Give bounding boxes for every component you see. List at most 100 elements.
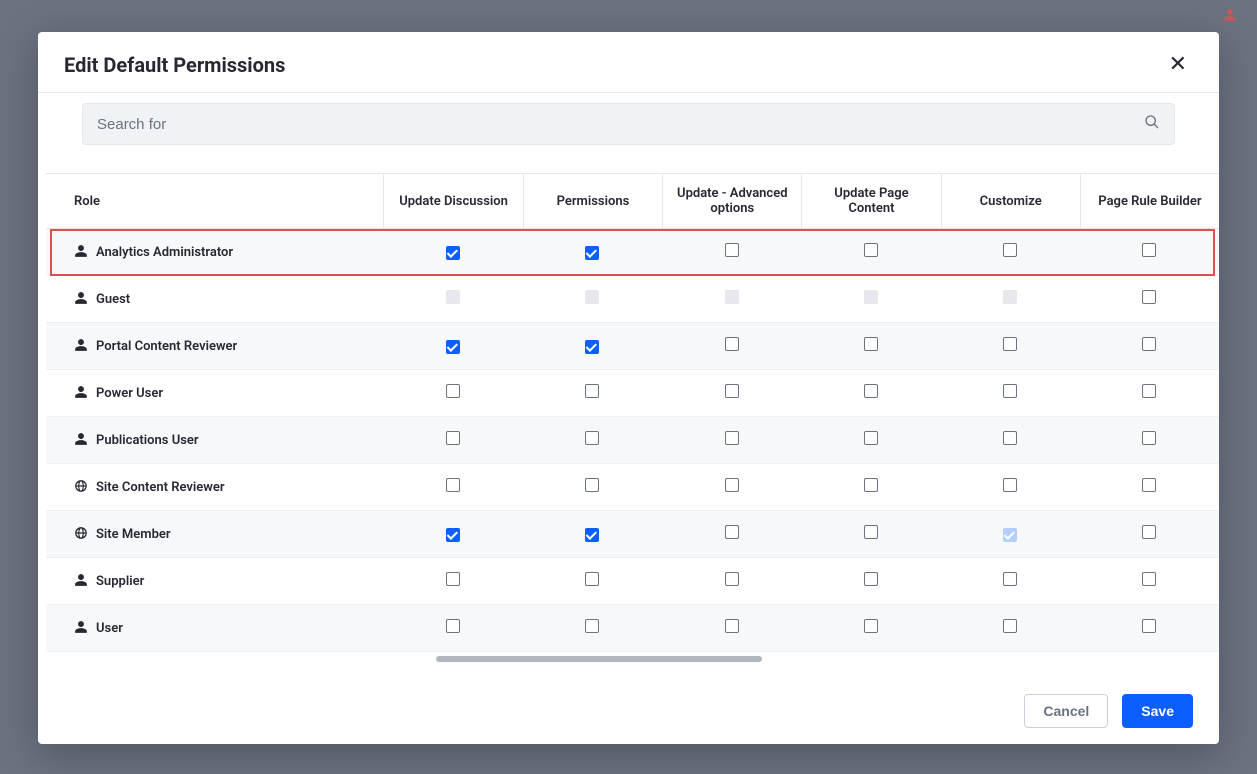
permission-cell — [523, 417, 662, 464]
horizontal-scrollbar-thumb[interactable] — [436, 656, 762, 662]
permission-checkbox[interactable] — [864, 572, 878, 586]
person-icon — [74, 244, 88, 258]
permission-cell — [523, 276, 662, 323]
permission-cell — [383, 558, 522, 605]
permission-checkbox — [1003, 290, 1017, 304]
search-icon[interactable] — [1144, 114, 1160, 134]
permission-cell — [662, 605, 801, 652]
permission-checkbox[interactable] — [1003, 478, 1017, 492]
permission-checkbox[interactable] — [864, 478, 878, 492]
permission-checkbox[interactable] — [446, 246, 460, 260]
permission-cell — [1080, 229, 1219, 276]
permission-cell — [801, 323, 940, 370]
permission-checkbox[interactable] — [585, 478, 599, 492]
permission-checkbox[interactable] — [864, 619, 878, 633]
permission-checkbox[interactable] — [446, 572, 460, 586]
column-header-role: Role — [46, 173, 383, 229]
permission-cell — [1080, 323, 1219, 370]
permission-checkbox[interactable] — [1142, 525, 1156, 539]
person-icon — [74, 385, 88, 399]
table-row: Publications User — [46, 417, 1219, 464]
table-row: Analytics Administrator — [46, 229, 1219, 276]
permission-cell — [1080, 558, 1219, 605]
permission-cell — [801, 464, 940, 511]
permission-checkbox[interactable] — [446, 340, 460, 354]
permission-checkbox[interactable] — [446, 478, 460, 492]
permission-checkbox[interactable] — [585, 246, 599, 260]
permission-cell — [941, 464, 1080, 511]
table-row: User — [46, 605, 1219, 652]
permission-checkbox[interactable] — [1142, 337, 1156, 351]
permission-checkbox[interactable] — [446, 431, 460, 445]
permission-checkbox[interactable] — [446, 384, 460, 398]
permission-checkbox[interactable] — [1003, 431, 1017, 445]
role-name: Portal Content Reviewer — [96, 339, 237, 354]
permission-checkbox[interactable] — [585, 384, 599, 398]
permission-checkbox[interactable] — [585, 340, 599, 354]
permission-checkbox[interactable] — [1142, 290, 1156, 304]
role-cell: User — [46, 605, 383, 652]
globe-icon — [74, 526, 88, 540]
permission-checkbox[interactable] — [864, 243, 878, 257]
save-button[interactable]: Save — [1122, 694, 1193, 728]
permission-cell — [662, 511, 801, 558]
back-chevron-icon[interactable]: ‹ — [20, 6, 25, 27]
permission-checkbox[interactable] — [1003, 619, 1017, 633]
permission-checkbox[interactable] — [1142, 572, 1156, 586]
column-header: Update - Advanced options — [662, 173, 801, 229]
permission-checkbox[interactable] — [1003, 243, 1017, 257]
permission-cell — [523, 511, 662, 558]
modal-footer: Cancel Save — [38, 677, 1219, 744]
permission-checkbox[interactable] — [1003, 572, 1017, 586]
permission-checkbox[interactable] — [725, 431, 739, 445]
permission-cell — [523, 464, 662, 511]
column-header: Page Rule Builder — [1080, 173, 1219, 229]
cancel-button[interactable]: Cancel — [1024, 694, 1108, 728]
permission-checkbox[interactable] — [725, 243, 739, 257]
person-icon — [74, 573, 88, 587]
permission-checkbox[interactable] — [1142, 619, 1156, 633]
permission-checkbox[interactable] — [585, 619, 599, 633]
permission-cell — [523, 558, 662, 605]
permission-cell — [941, 417, 1080, 464]
permission-checkbox[interactable] — [725, 337, 739, 351]
user-account-icon[interactable] — [1223, 7, 1237, 26]
permission-cell — [662, 417, 801, 464]
permission-checkbox[interactable] — [864, 384, 878, 398]
permission-cell — [383, 511, 522, 558]
permission-checkbox[interactable] — [1142, 431, 1156, 445]
search-input[interactable] — [97, 116, 1144, 133]
permission-checkbox[interactable] — [1142, 478, 1156, 492]
permission-cell — [662, 464, 801, 511]
permission-checkbox[interactable] — [725, 384, 739, 398]
permission-checkbox[interactable] — [585, 431, 599, 445]
permission-checkbox[interactable] — [446, 528, 460, 542]
permission-checkbox[interactable] — [725, 619, 739, 633]
apps-grid-icon[interactable] — [1195, 7, 1209, 26]
role-cell: Site Member — [46, 511, 383, 558]
permission-checkbox[interactable] — [725, 478, 739, 492]
role-cell: Guest — [46, 276, 383, 323]
permission-checkbox[interactable] — [585, 572, 599, 586]
person-icon — [74, 338, 88, 352]
permission-checkbox[interactable] — [725, 525, 739, 539]
permission-cell — [383, 605, 522, 652]
permission-cell — [662, 558, 801, 605]
permission-checkbox[interactable] — [1142, 243, 1156, 257]
permission-cell — [383, 229, 522, 276]
permission-checkbox[interactable] — [864, 431, 878, 445]
horizontal-scrollbar[interactable] — [436, 656, 1211, 664]
search-box — [82, 103, 1175, 145]
permission-checkbox[interactable] — [864, 337, 878, 351]
permission-checkbox[interactable] — [1142, 384, 1156, 398]
permission-checkbox[interactable] — [725, 572, 739, 586]
permission-checkbox[interactable] — [1003, 337, 1017, 351]
close-icon[interactable]: ✕ — [1163, 50, 1193, 80]
role-name: Power User — [96, 386, 163, 401]
permission-checkbox[interactable] — [1003, 384, 1017, 398]
permission-checkbox[interactable] — [864, 525, 878, 539]
permission-checkbox[interactable] — [446, 619, 460, 633]
role-cell: Analytics Administrator — [46, 229, 383, 276]
permission-cell — [801, 558, 940, 605]
permission-checkbox[interactable] — [585, 528, 599, 542]
